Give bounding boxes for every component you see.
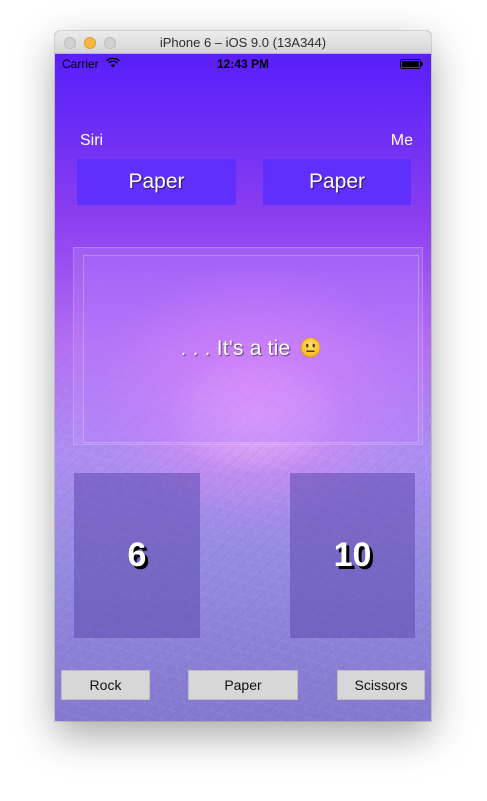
me-label: Me <box>390 132 413 149</box>
siri-choice-display: Paper <box>77 159 236 205</box>
result-message: . . . It's a tie <box>180 337 291 360</box>
battery-icon <box>400 59 423 69</box>
window-title: iPhone 6 – iOS 9.0 (13A344) <box>159 35 327 50</box>
siri-score: 6 <box>74 473 200 638</box>
result-text: . . . It's a tie <box>181 337 322 361</box>
result-panel: . . . It's a tie <box>83 255 419 443</box>
status-bar: Carrier 12:43 PM <box>55 54 431 74</box>
window-titlebar: iPhone 6 – iOS 9.0 (13A344) <box>55 31 431 54</box>
neutral-face-icon <box>301 337 321 358</box>
scissors-button[interactable]: Scissors <box>337 670 425 700</box>
siri-label: Siri <box>80 132 104 149</box>
device-screen: Carrier 12:43 PM Siri Me Paper Paper . .… <box>55 54 431 721</box>
my-choice-display: Paper <box>263 159 411 205</box>
simulator-window: iPhone 6 – iOS 9.0 (13A344) Carrier 12:4… <box>55 31 431 721</box>
rock-button[interactable]: Rock <box>61 670 150 700</box>
status-time: 12:43 PM <box>216 57 270 71</box>
my-score: 10 <box>290 473 415 638</box>
paper-button[interactable]: Paper <box>188 670 298 700</box>
